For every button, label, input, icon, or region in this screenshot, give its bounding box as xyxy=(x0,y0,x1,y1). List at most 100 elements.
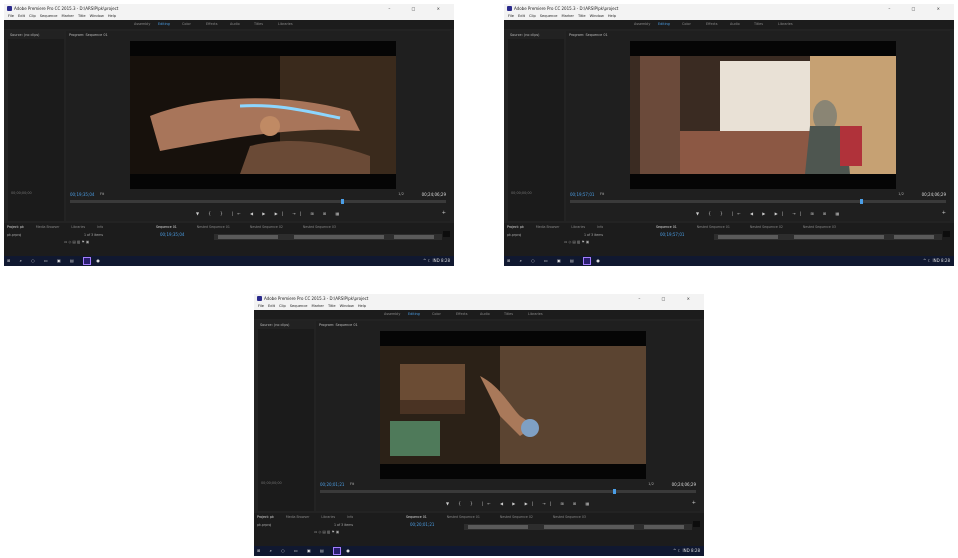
workspace-effects[interactable]: Effects xyxy=(706,20,718,29)
playhead-timecode[interactable]: 00;19;57;01 xyxy=(570,192,594,197)
workspace-effects[interactable]: Effects xyxy=(456,310,468,319)
zoom-fit-select[interactable]: Fit xyxy=(600,192,604,196)
menu-clip[interactable]: Clip xyxy=(529,14,536,18)
zoom-fit-select[interactable]: Fit xyxy=(350,482,354,486)
clip[interactable] xyxy=(894,235,934,239)
tab-sequence-1[interactable]: Nested Sequence 01 xyxy=(197,225,230,229)
menu-help[interactable]: Help xyxy=(608,14,616,18)
menu-sequence[interactable]: Sequence xyxy=(540,14,558,18)
clip[interactable] xyxy=(544,525,634,529)
tab-project-1[interactable]: Media Browser xyxy=(286,515,310,519)
program-viewer[interactable] xyxy=(380,331,646,479)
timeline-timecode[interactable]: 00;19;57;01 xyxy=(660,232,684,237)
menu-title[interactable]: Title xyxy=(578,14,586,18)
tab-program[interactable]: Program: Sequence 01 xyxy=(66,31,450,39)
tab-sequence-0[interactable]: Sequence 01 xyxy=(156,225,177,229)
taskbar-icons[interactable]: ⊞ ⌕ ○ ▭ ▣ ▤ ● xyxy=(507,256,604,266)
workspace-assembly[interactable]: Assembly xyxy=(134,20,150,29)
menu-title[interactable]: Title xyxy=(328,304,336,308)
tab-program[interactable]: Program: Sequence 01 xyxy=(566,31,950,39)
menu-file[interactable]: File xyxy=(8,14,14,18)
tab-sequence-2[interactable]: Nested Sequence 02 xyxy=(750,225,783,229)
resolution-select[interactable]: 1/2 xyxy=(648,482,654,486)
clip[interactable] xyxy=(718,235,778,239)
menu-window[interactable]: Window xyxy=(90,14,104,18)
menu-window[interactable]: Window xyxy=(340,304,354,308)
program-viewer[interactable] xyxy=(130,41,396,189)
workspace-color[interactable]: Color xyxy=(432,310,441,319)
menu-file[interactable]: File xyxy=(258,304,264,308)
tab-sequence-2[interactable]: Nested Sequence 02 xyxy=(250,225,283,229)
menu-marker[interactable]: Marker xyxy=(312,304,324,308)
menu-edit[interactable]: Edit xyxy=(518,14,525,18)
program-viewer[interactable] xyxy=(630,41,896,189)
tab-program[interactable]: Program: Sequence 01 xyxy=(316,321,700,329)
button-editor-plus[interactable]: + xyxy=(442,210,446,216)
scrub-bar[interactable] xyxy=(320,489,696,494)
workspace-editing[interactable]: Editing xyxy=(658,20,670,29)
tab-sequence-1[interactable]: Nested Sequence 01 xyxy=(447,515,480,519)
playhead-timecode[interactable]: 00;19;35;04 xyxy=(70,192,94,197)
workspace-libraries[interactable]: Libraries xyxy=(278,20,293,29)
tab-project-2[interactable]: Libraries xyxy=(321,515,335,519)
resolution-select[interactable]: 1/2 xyxy=(898,192,904,196)
timeline-tracks[interactable] xyxy=(464,524,692,530)
tab-project-0[interactable]: Project: pk xyxy=(507,225,524,229)
timeline-tracks[interactable] xyxy=(214,234,442,240)
taskbar-icons[interactable]: ⊞ ⌕ ○ ▭ ▣ ▤ ● xyxy=(257,546,354,556)
playhead-marker[interactable] xyxy=(613,489,617,494)
tab-source[interactable]: Source: (no clips) xyxy=(258,321,314,329)
tab-sequence-1[interactable]: Nested Sequence 01 xyxy=(697,225,730,229)
transport-controls[interactable]: ▼ { } |← ◀ ▶ ▶| →| ⊞ ⊞ ▦ xyxy=(696,211,843,216)
workspace-titles[interactable]: Titles xyxy=(754,20,763,29)
tab-project-0[interactable]: Project: pk xyxy=(7,225,24,229)
menu-help[interactable]: Help xyxy=(108,14,116,18)
clip[interactable] xyxy=(644,525,684,529)
zoom-fit-select[interactable]: Fit xyxy=(100,192,104,196)
workspace-color[interactable]: Color xyxy=(182,20,191,29)
tab-sequence-0[interactable]: Sequence 01 xyxy=(406,515,427,519)
premiere-taskbar-icon[interactable] xyxy=(83,257,92,265)
tab-sequence-0[interactable]: Sequence 01 xyxy=(656,225,677,229)
timeline-timecode[interactable]: 00;20;01;21 xyxy=(410,522,434,527)
workspace-audio[interactable]: Audio xyxy=(230,20,240,29)
playhead-timecode[interactable]: 00;20;01;21 xyxy=(320,482,344,487)
tab-project-3[interactable]: Info xyxy=(97,225,103,229)
scrub-bar[interactable] xyxy=(570,199,946,204)
playhead-marker[interactable] xyxy=(340,199,344,204)
workspace-libraries[interactable]: Libraries xyxy=(778,20,793,29)
premiere-taskbar-icon[interactable] xyxy=(333,547,342,555)
workspace-titles[interactable]: Titles xyxy=(504,310,513,319)
clip[interactable] xyxy=(394,235,434,239)
tab-project-2[interactable]: Libraries xyxy=(571,225,585,229)
tab-sequence-3[interactable]: Nested Sequence 03 xyxy=(303,225,336,229)
tab-project-1[interactable]: Media Browser xyxy=(36,225,60,229)
tab-project-3[interactable]: Info xyxy=(347,515,353,519)
tab-source[interactable]: Source: (no clips) xyxy=(8,31,64,39)
button-editor-plus[interactable]: + xyxy=(942,210,946,216)
button-editor-plus[interactable]: + xyxy=(692,500,696,506)
menu-edit[interactable]: Edit xyxy=(18,14,25,18)
workspace-assembly[interactable]: Assembly xyxy=(634,20,650,29)
menu-title[interactable]: Title xyxy=(78,14,86,18)
project-tools[interactable]: ▭ ◇ ▤ ▥ ⚑ ▣ xyxy=(564,240,589,244)
taskbar-icons[interactable]: ⊞ ⌕ ○ ▭ ▣ ▤ ● xyxy=(7,256,104,266)
timeline-tracks[interactable] xyxy=(714,234,942,240)
menu-window[interactable]: Window xyxy=(590,14,604,18)
window-controls[interactable]: – □ × xyxy=(888,4,950,13)
workspace-audio[interactable]: Audio xyxy=(480,310,490,319)
workspace-effects[interactable]: Effects xyxy=(206,20,218,29)
workspace-color[interactable]: Color xyxy=(682,20,691,29)
menu-sequence[interactable]: Sequence xyxy=(40,14,58,18)
menu-sequence[interactable]: Sequence xyxy=(290,304,308,308)
menu-file[interactable]: File xyxy=(508,14,514,18)
workspace-libraries[interactable]: Libraries xyxy=(528,310,543,319)
clip[interactable] xyxy=(294,235,384,239)
tab-source[interactable]: Source: (no clips) xyxy=(508,31,564,39)
menu-clip[interactable]: Clip xyxy=(29,14,36,18)
workspace-titles[interactable]: Titles xyxy=(254,20,263,29)
premiere-taskbar-icon[interactable] xyxy=(583,257,592,265)
tab-project-2[interactable]: Libraries xyxy=(71,225,85,229)
menu-help[interactable]: Help xyxy=(358,304,366,308)
transport-controls[interactable]: ▼ { } |← ◀ ▶ ▶| →| ⊞ ⊞ ▦ xyxy=(196,211,343,216)
